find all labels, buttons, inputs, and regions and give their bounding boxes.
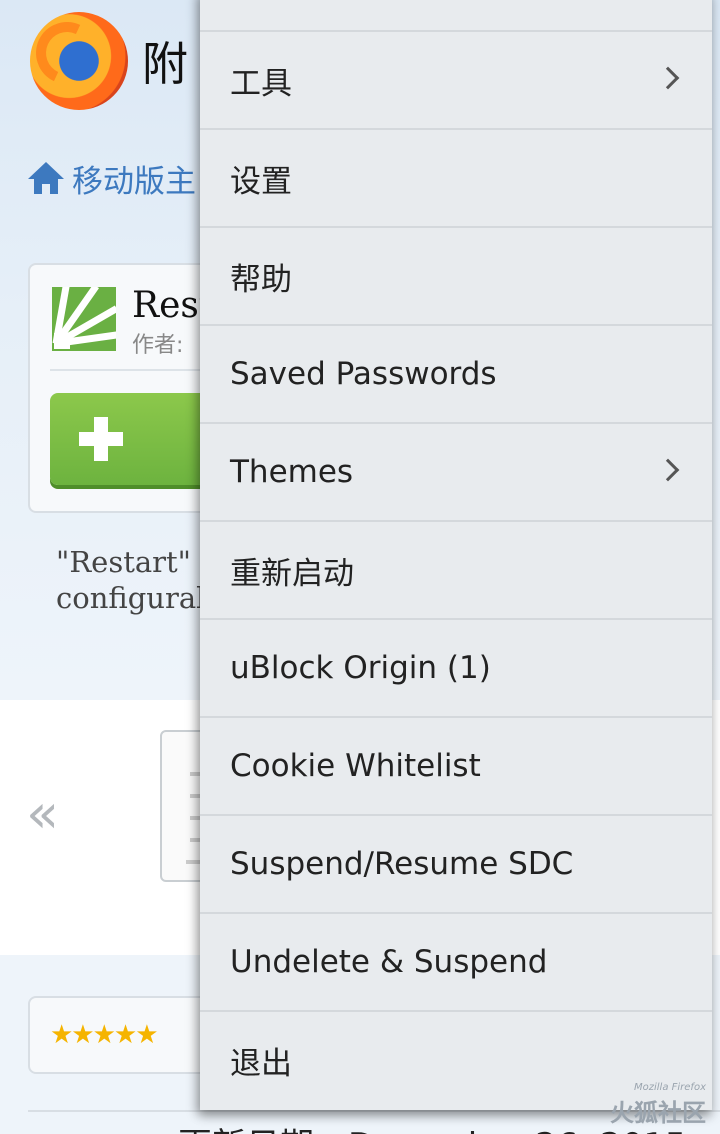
star-rating-icon: ★★★★★	[50, 1020, 159, 1050]
watermark-small: Mozilla Firefox	[634, 1082, 706, 1093]
previous-arrow-icon[interactable]: «	[26, 782, 59, 845]
watermark: Mozilla Firefox 火狐社区	[610, 1082, 706, 1128]
chevron-right-icon	[656, 458, 680, 482]
menu-item-settings[interactable]: 设置	[200, 128, 712, 226]
breadcrumb-link[interactable]: 移动版主	[72, 156, 196, 201]
breadcrumb[interactable]: 移动版主	[28, 156, 196, 201]
menu-item-undelete-suspend[interactable]: Undelete & Suspend	[200, 912, 712, 1010]
menu-item-saved-passwords[interactable]: Saved Passwords	[200, 324, 712, 422]
overflow-menu: 工具 设置 帮助 Saved Passwords Themes 重新启动 uBl…	[200, 0, 712, 1110]
menu-item-help[interactable]: 帮助	[200, 226, 712, 324]
menu-item-label: Cookie Whitelist	[230, 748, 481, 784]
menu-item-label: 工具	[230, 65, 292, 102]
menu-item-label: 设置	[230, 163, 292, 200]
menu-item-label: Undelete & Suspend	[230, 944, 548, 980]
menu-item-label: uBlock Origin (1)	[230, 650, 491, 686]
menu-item-label: 帮助	[230, 261, 292, 298]
menu-item-label: Themes	[230, 454, 354, 490]
menu-item-suspend-resume-sdc[interactable]: Suspend/Resume SDC	[200, 814, 712, 912]
menu-item-themes[interactable]: Themes	[200, 422, 712, 520]
menu-item-restart[interactable]: 重新启动	[200, 520, 712, 618]
chevron-right-icon	[656, 66, 680, 90]
menu-item-label: Suspend/Resume SDC	[230, 846, 574, 882]
addon-restart-icon	[52, 287, 116, 351]
home-icon[interactable]	[28, 161, 64, 196]
addon-author-label: 作者:	[132, 333, 184, 358]
menu-item-label: 退出	[230, 1045, 292, 1082]
menu-item-cookie-whitelist[interactable]: Cookie Whitelist	[200, 716, 712, 814]
menu-item-ublock-origin[interactable]: uBlock Origin (1)	[200, 618, 712, 716]
page-title: 附	[142, 37, 188, 91]
menu-item-tools[interactable]: 工具	[200, 30, 712, 128]
watermark-large: 火狐社区	[610, 1099, 706, 1127]
firefox-logo-icon	[27, 12, 128, 110]
menu-item-label: 重新启动	[230, 555, 354, 592]
menu-item-label: Saved Passwords	[230, 356, 497, 392]
